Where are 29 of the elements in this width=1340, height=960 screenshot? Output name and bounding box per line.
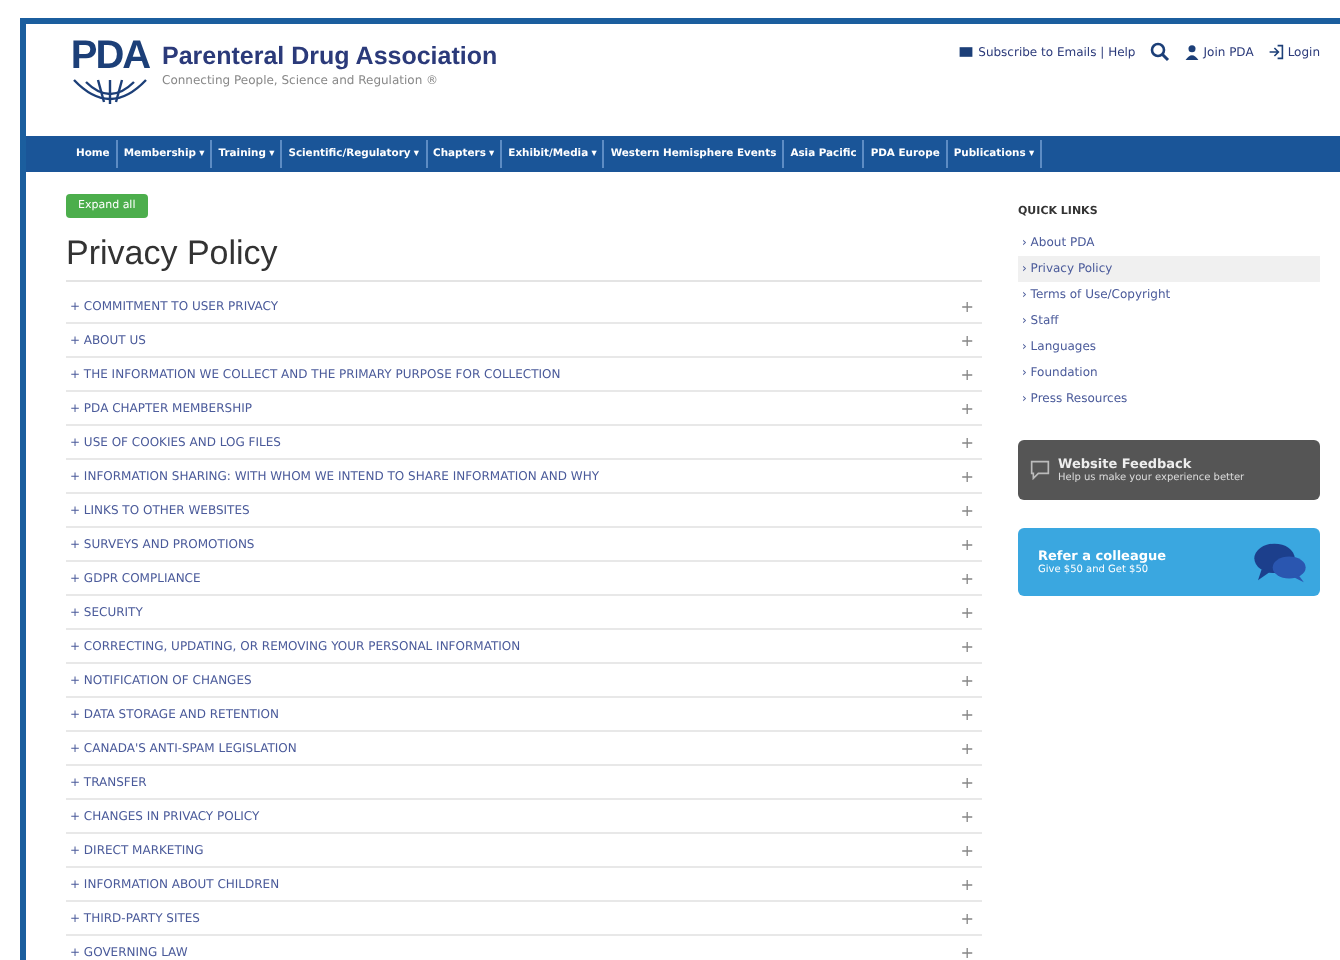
expand-toggle[interactable]: + xyxy=(960,433,974,451)
expand-toggle[interactable]: + xyxy=(960,501,974,519)
logo[interactable]: PDA xyxy=(70,36,150,76)
site-title: Parenteral Drug Association xyxy=(162,42,498,70)
search-icon[interactable] xyxy=(1149,42,1170,62)
expand-toggle[interactable]: + xyxy=(960,399,974,417)
expand-toggle[interactable]: + xyxy=(960,297,974,315)
login-icon xyxy=(1267,44,1284,60)
expand-toggle[interactable]: + xyxy=(960,943,974,960)
page-title: Privacy Policy xyxy=(66,234,982,282)
expand-toggle[interactable]: + xyxy=(960,671,974,689)
expand-toggle[interactable]: + xyxy=(960,807,974,825)
chat-bubble-icon xyxy=(1030,460,1050,480)
expand-toggle[interactable]: + xyxy=(960,875,974,893)
expand-toggle[interactable]: + xyxy=(960,739,974,757)
user-icon xyxy=(1183,44,1200,60)
expand-toggle[interactable]: + xyxy=(960,705,974,723)
expand-toggle[interactable]: + xyxy=(960,773,974,791)
expand-toggle[interactable]: + xyxy=(960,637,974,655)
expand-toggle[interactable]: + xyxy=(960,909,974,927)
expand-toggle[interactable]: + xyxy=(960,365,974,383)
expand-toggle[interactable]: + xyxy=(960,331,974,349)
expand-toggle[interactable]: + xyxy=(960,841,974,859)
expand-toggle[interactable]: + xyxy=(960,603,974,621)
expand-toggle[interactable]: + xyxy=(960,569,974,587)
expand-toggle[interactable]: + xyxy=(960,535,974,553)
chat-bubbles-icon xyxy=(1252,540,1308,584)
globe-icon xyxy=(70,78,150,106)
expand-toggle[interactable]: + xyxy=(960,467,974,485)
